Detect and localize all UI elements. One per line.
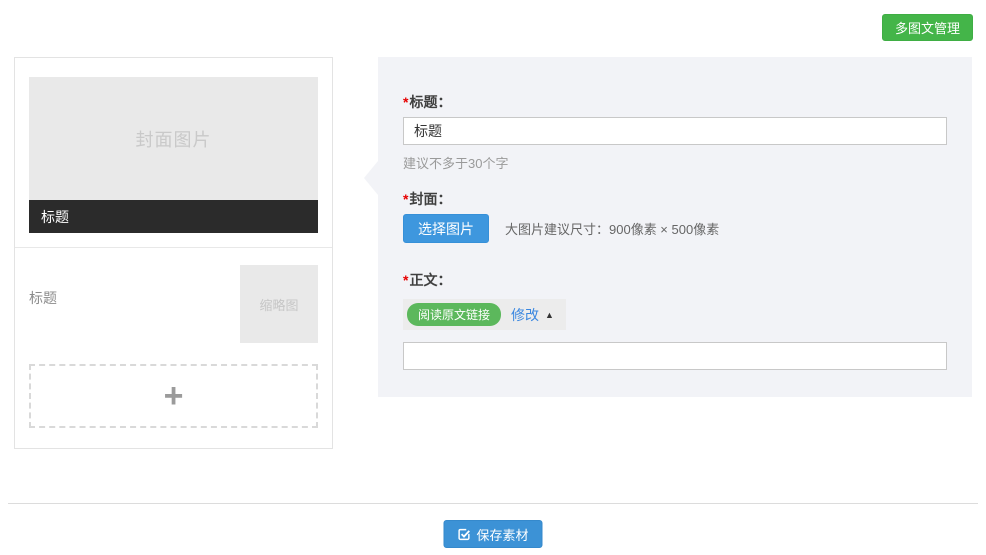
- read-original-link-tag: 阅读原文链接: [407, 303, 501, 326]
- cover-image-placeholder[interactable]: 封面图片: [29, 77, 318, 200]
- choose-image-button[interactable]: 选择图片: [403, 214, 489, 243]
- required-asterisk: *: [403, 272, 408, 288]
- cover-picker-row: 选择图片 大图片建议尺寸：900像素 × 500像素: [403, 214, 947, 243]
- article-preview-list: 封面图片 标题 标题 缩略图 +: [14, 57, 333, 449]
- check-square-icon: [457, 528, 470, 541]
- save-material-button[interactable]: 保存素材: [443, 520, 542, 548]
- cover-title-bar: 标题: [29, 200, 318, 233]
- body-link-input[interactable]: [403, 342, 947, 370]
- cover-placeholder-label: 封面图片: [136, 126, 212, 152]
- title-field-label: *标题：: [403, 95, 947, 109]
- title-hint: 建议不多于30个字: [403, 153, 947, 172]
- article-item-main[interactable]: 封面图片 标题: [15, 58, 332, 248]
- sub-item-title: 标题: [29, 288, 57, 343]
- panel-pointer-notch: [364, 161, 378, 195]
- required-asterisk: *: [403, 191, 408, 207]
- body-field-label: *正文：: [403, 273, 947, 287]
- footer-divider: [8, 503, 978, 504]
- title-input[interactable]: [403, 117, 947, 145]
- article-edit-form-panel: *标题： 建议不多于30个字 *封面： 选择图片 大图片建议尺寸：900像素 ×…: [378, 57, 972, 397]
- plus-icon: +: [164, 379, 184, 413]
- article-item-sub-section: 标题 缩略图 +: [15, 248, 332, 448]
- thumbnail-placeholder-label: 缩略图: [259, 295, 298, 314]
- thumbnail-placeholder[interactable]: 缩略图: [240, 265, 318, 343]
- save-button-label: 保存素材: [476, 525, 528, 544]
- required-asterisk: *: [403, 94, 408, 110]
- multi-article-manage-button[interactable]: 多图文管理: [882, 14, 973, 41]
- add-article-button[interactable]: +: [29, 364, 318, 428]
- article-item-sub[interactable]: 标题 缩略图: [29, 265, 318, 343]
- cover-field-label: *封面：: [403, 192, 947, 206]
- form-fields: *标题： 建议不多于30个字 *封面： 选择图片 大图片建议尺寸：900像素 ×…: [378, 57, 972, 370]
- caret-up-icon[interactable]: ▲: [545, 310, 554, 320]
- material-editor-page: 多图文管理 封面图片 标题 标题 缩略图 + *标题：: [0, 0, 986, 555]
- cover-title-text: 标题: [41, 207, 69, 227]
- cover-size-hint: 大图片建议尺寸：900像素 × 500像素: [505, 219, 719, 238]
- modify-link[interactable]: 修改: [511, 305, 539, 325]
- source-link-tag-box: 阅读原文链接 修改 ▲: [403, 299, 566, 330]
